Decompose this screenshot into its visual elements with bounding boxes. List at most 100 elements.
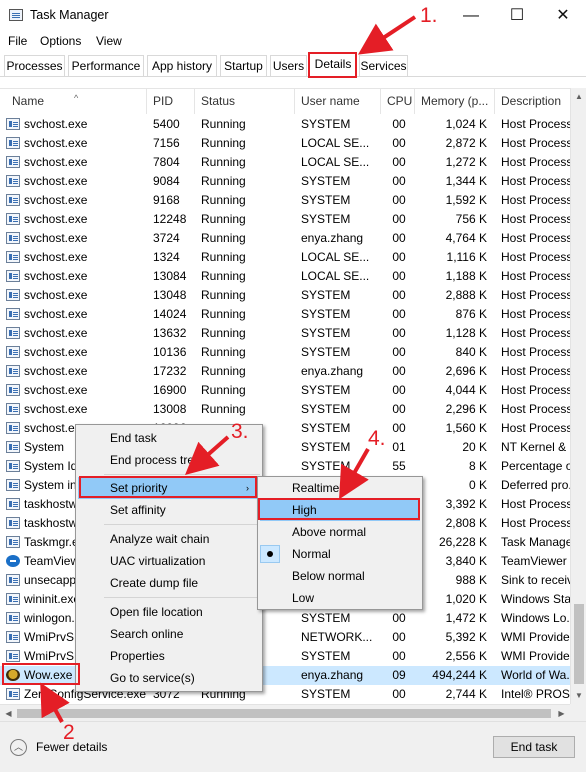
vertical-scroll-thumb[interactable] (574, 604, 584, 684)
cell-status: Running (201, 117, 246, 131)
column-status[interactable]: Status (195, 89, 295, 114)
context-menu: End task End process tree Set priority › … (75, 424, 263, 692)
scroll-left-icon[interactable]: ◀ (0, 705, 17, 722)
table-row[interactable]: svchost.exe 5400 Running SYSTEM 00 1,024 K Hos… (0, 115, 570, 134)
priority-above-normal[interactable]: Above normal (292, 521, 366, 543)
cell-name: svchost.exe (24, 174, 88, 188)
cell-description: Host Process (501, 250, 570, 264)
cell-description: Host Process (501, 288, 570, 302)
service-icon (6, 213, 20, 225)
wow-icon (6, 669, 20, 681)
cell-description: Intel® PROS... (501, 687, 570, 701)
priority-high[interactable]: High (260, 499, 420, 521)
horizontal-scrollbar[interactable]: ◀ ▶ (0, 704, 570, 721)
cell-user: enya.zhang (301, 364, 364, 378)
menu-view[interactable]: View (96, 34, 122, 48)
tab-startup[interactable]: Startup (220, 55, 267, 76)
menu-open-file-location[interactable]: Open file location (110, 601, 203, 623)
maximize-button[interactable]: ☐ (494, 0, 540, 31)
horizontal-scroll-thumb[interactable] (17, 709, 551, 718)
table-row[interactable]: svchost.exe 3724 Running enya.zhang 00 4,764 … (0, 229, 570, 248)
cell-memory: 1,188 K (445, 269, 487, 283)
table-row[interactable]: svchost.exe 13048 Running SYSTEM 00 2,888 K Ho… (0, 286, 570, 305)
table-row[interactable]: svchost.exe 14024 Running SYSTEM 00 876 K Host… (0, 305, 570, 324)
column-memory[interactable]: Memory (p... (415, 89, 495, 114)
close-button[interactable]: ✕ (540, 0, 586, 31)
table-row[interactable]: svchost.exe 12248 Running SYSTEM 00 756 K Host… (0, 210, 570, 229)
cell-pid: 1324 (153, 250, 180, 264)
table-row[interactable]: svchost.exe 9084 Running SYSTEM 00 1,344 K Hos… (0, 172, 570, 191)
menu-file[interactable]: File (8, 34, 27, 48)
scroll-right-icon[interactable]: ▶ (553, 705, 570, 722)
step-2-label: 2 (63, 721, 75, 744)
cell-name: svchost.exe (24, 345, 88, 359)
tab-services[interactable]: Services (359, 55, 408, 76)
menu-analyze-wait-chain[interactable]: Analyze wait chain (110, 528, 209, 550)
table-row[interactable]: svchost.exe 7804 Running LOCAL SE... 00 1,272… (0, 153, 570, 172)
column-pid[interactable]: PID (147, 89, 195, 114)
column-cpu[interactable]: CPU (381, 89, 415, 114)
radio-dot-icon (267, 551, 273, 557)
column-description[interactable]: Description (495, 89, 570, 114)
column-user[interactable]: User name (295, 89, 381, 114)
table-row[interactable]: svchost.exe 13632 Running SYSTEM 00 1,128 K Ho… (0, 324, 570, 343)
menu-end-task[interactable]: End task (110, 427, 157, 449)
table-row[interactable]: svchost.exe 13008 Running SYSTEM 00 2,296 K Ho… (0, 400, 570, 419)
tab-processes[interactable]: Processes (4, 55, 65, 76)
cell-description: Host Process (501, 326, 570, 340)
menu-go-to-services[interactable]: Go to service(s) (110, 667, 195, 689)
tab-app-history[interactable]: App history (147, 55, 217, 76)
priority-normal-label: Normal (292, 547, 331, 561)
cell-description: Host Process (501, 402, 570, 416)
cell-status: Running (201, 231, 246, 245)
cell-description: Host Process (501, 345, 570, 359)
menu-options[interactable]: Options (40, 34, 81, 48)
minimize-button[interactable]: — (448, 0, 494, 31)
priority-below-normal[interactable]: Below normal (292, 565, 365, 587)
scroll-up-icon[interactable]: ▲ (571, 88, 586, 105)
cell-memory: 756 K (455, 212, 487, 226)
menu-uac-virtualization[interactable]: UAC virtualization (110, 550, 205, 572)
priority-low[interactable]: Low (292, 587, 314, 609)
cell-pid: 12248 (153, 212, 187, 226)
cell-memory: 5,392 K (445, 630, 487, 644)
menu-end-process-tree[interactable]: End process tree (110, 449, 201, 471)
menu-properties[interactable]: Properties (110, 645, 165, 667)
table-row[interactable]: svchost.exe 16900 Running SYSTEM 00 4,044 K Ho… (0, 381, 570, 400)
cell-memory: 2,808 K (445, 516, 487, 530)
table-row[interactable]: svchost.exe 9168 Running SYSTEM 00 1,592 K Hos… (0, 191, 570, 210)
cell-status: Running (201, 345, 246, 359)
table-row[interactable]: svchost.exe 13084 Running LOCAL SE... 00 1,18… (0, 267, 570, 286)
table-row[interactable]: svchost.exe 10136 Running SYSTEM 00 840 K Host… (0, 343, 570, 362)
cell-cpu: 00 (392, 326, 406, 340)
tab-users[interactable]: Users (270, 55, 307, 76)
table-row[interactable]: svchost.exe 1324 Running LOCAL SE... 00 1,116… (0, 248, 570, 267)
service-icon (6, 612, 20, 624)
priority-realtime[interactable]: Realtime (292, 477, 339, 499)
column-name[interactable]: Name ^ (6, 89, 147, 114)
cell-cpu: 00 (392, 288, 406, 302)
cell-name: svchost.exe (24, 193, 88, 207)
cell-status: Running (201, 326, 246, 340)
vertical-scrollbar[interactable]: ▲ ▼ (570, 88, 586, 704)
menu-create-dump-file[interactable]: Create dump file (110, 572, 198, 594)
cell-description: Host Process (501, 269, 570, 283)
priority-normal[interactable]: Normal (258, 543, 420, 565)
cell-user: LOCAL SE... (301, 136, 370, 150)
cell-user: enya.zhang (301, 668, 364, 682)
chevron-up-icon[interactable]: ︿ (10, 739, 27, 756)
tab-details[interactable]: Details (309, 53, 357, 77)
tab-bar: Processes Performance App history Startu… (0, 53, 586, 77)
menu-search-online[interactable]: Search online (110, 623, 183, 645)
table-row[interactable]: svchost.exe 17232 Running enya.zhang 00 2,696… (0, 362, 570, 381)
menu-set-priority[interactable]: Set priority › (78, 477, 260, 499)
menu-separator (104, 474, 260, 475)
cell-description: Host Process (501, 212, 570, 226)
table-row[interactable]: svchost.exe 7156 Running LOCAL SE... 00 2,872… (0, 134, 570, 153)
table-header: Name ^ PID Status User name CPU Memory (p… (0, 89, 570, 114)
cell-cpu: 00 (392, 155, 406, 169)
end-task-button[interactable]: End task (493, 736, 575, 758)
menu-set-affinity[interactable]: Set affinity (110, 499, 166, 521)
scroll-down-icon[interactable]: ▼ (571, 687, 586, 704)
tab-performance[interactable]: Performance (68, 55, 144, 76)
